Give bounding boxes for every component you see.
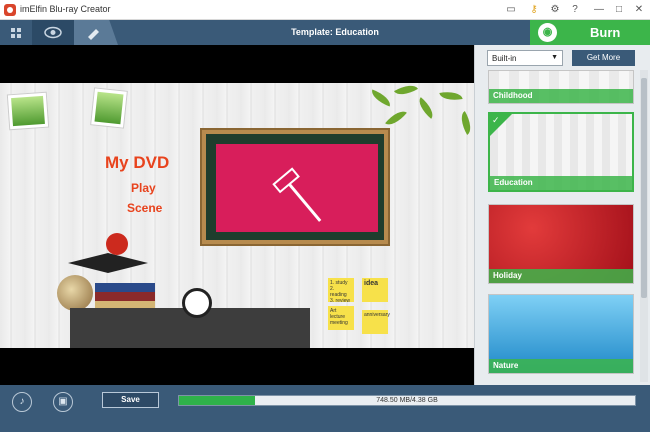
sticky-note: Art lecture meeting <box>328 306 354 330</box>
help-icon[interactable]: ? <box>568 3 582 17</box>
eye-icon <box>44 26 62 39</box>
template-label: Holiday <box>489 269 633 283</box>
key-icon[interactable]: ⚷ <box>527 3 541 17</box>
graduation-cap-decoration <box>68 253 148 273</box>
edit-tab[interactable] <box>74 20 118 45</box>
template-thumb-nature[interactable]: Nature <box>488 294 634 374</box>
grid-icon <box>11 28 21 38</box>
burn-label: Burn <box>590 25 621 40</box>
clock-decoration <box>182 288 212 318</box>
minimize-icon[interactable]: — <box>592 3 606 17</box>
burn-button[interactable]: ◉ Burn <box>530 20 650 45</box>
chevron-down-icon: ▼ <box>551 54 558 61</box>
check-icon: ✓ <box>490 114 512 136</box>
template-label: Education <box>490 176 632 190</box>
sticky-note: idea <box>362 278 388 302</box>
photo-decoration <box>6 91 50 131</box>
sticky-note: anniversary <box>362 310 390 334</box>
image-icon[interactable]: ▣ <box>53 392 73 412</box>
template-label: Template: Education <box>291 27 379 37</box>
apple-decoration <box>106 233 128 255</box>
get-more-button[interactable]: Get More <box>572 50 635 66</box>
maximize-icon[interactable]: □ <box>612 3 626 17</box>
settings-icon[interactable]: ⚙ <box>548 3 562 17</box>
chalkboard-frame <box>200 128 390 246</box>
template-label: Nature <box>489 359 633 373</box>
chat-icon[interactable]: ▭ <box>504 3 518 17</box>
template-source-value: Built-in <box>492 54 517 63</box>
burn-disc-icon: ◉ <box>538 23 557 42</box>
hammer-icon <box>272 167 322 222</box>
disc-capacity-bar: 748.50 MB/4.38 GB <box>178 395 636 406</box>
panel-scroll-thumb[interactable] <box>641 78 647 298</box>
template-label: Childhood <box>489 89 633 103</box>
grid-view-tab[interactable] <box>0 20 32 45</box>
globe-decoration <box>57 275 93 311</box>
close-icon[interactable]: ✕ <box>632 3 646 17</box>
menu-item-play[interactable]: Play <box>131 181 156 195</box>
save-button[interactable]: Save <box>102 392 159 408</box>
preview-tab[interactable] <box>32 20 74 45</box>
menu-preview: ⌂ 1 My DVD Play Scene 1. study 2. readin… <box>0 83 474 348</box>
template-thumb-education[interactable]: ✓ Education <box>488 112 634 192</box>
title-bar: imElfin Blu-ray Creator ▭ ⚷ ⚙ ? — □ ✕ <box>0 0 650 20</box>
photo-decoration <box>90 87 128 129</box>
template-thumb-childhood[interactable]: Childhood <box>488 70 634 104</box>
sticky-notes: 1. study 2. reading 3. review idea Art l… <box>328 278 398 348</box>
pencil-icon <box>88 29 99 40</box>
capacity-text: 748.50 MB/4.38 GB <box>376 397 438 404</box>
template-thumb-holiday[interactable]: Holiday <box>488 204 634 284</box>
app-title: imElfin Blu-ray Creator <box>20 4 111 14</box>
music-icon[interactable]: ♪ <box>12 392 32 412</box>
template-source-select[interactable]: Built-in ▼ <box>487 50 563 66</box>
bottom-bar <box>0 385 650 432</box>
video-placeholder[interactable] <box>216 144 378 232</box>
menu-item-scene[interactable]: Scene <box>127 201 162 215</box>
sticky-note: 1. study 2. reading 3. review <box>328 278 354 304</box>
menu-title[interactable]: My DVD <box>105 153 169 173</box>
app-logo-icon <box>4 4 16 16</box>
